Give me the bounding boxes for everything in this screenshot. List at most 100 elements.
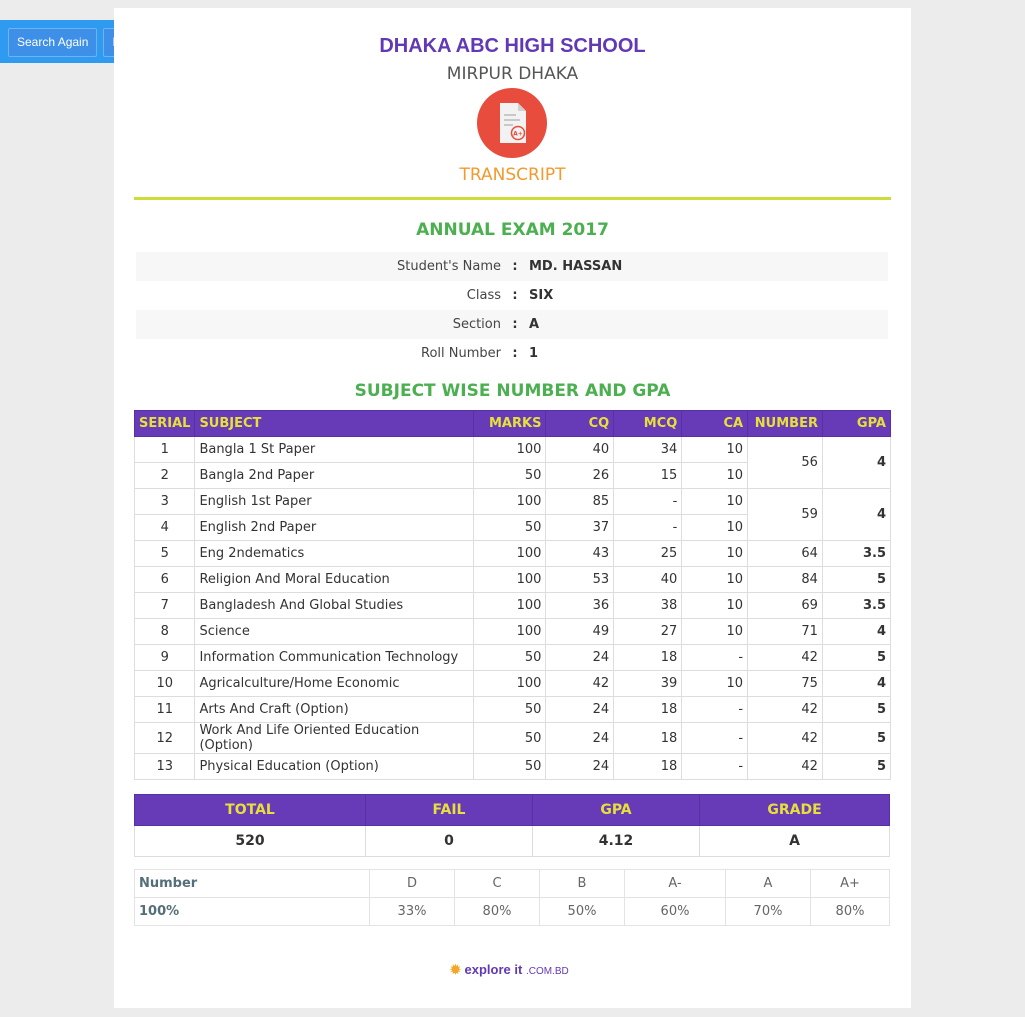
scale-value-cell: 60% <box>624 897 726 926</box>
scale-value-cell: 70% <box>725 897 811 926</box>
serial-cell: 13 <box>133 753 196 780</box>
mcq-cell: 27 <box>613 618 683 645</box>
search-again-button[interactable]: Search Again <box>8 28 98 57</box>
col-cq: CQ <box>545 410 615 437</box>
marks-cell: 100 <box>472 566 547 593</box>
subject-cell: English 1st Paper <box>194 488 474 515</box>
marks-section-title: SUBJECT WISE NUMBER AND GPA <box>354 381 671 401</box>
ca-cell: - <box>681 722 749 754</box>
col-mcq: MCQ <box>613 410 683 437</box>
scale-value-cell: 50% <box>539 897 625 926</box>
mcq-cell: - <box>613 488 683 515</box>
mcq-cell: 18 <box>613 644 683 671</box>
cq-cell: 40 <box>545 436 615 463</box>
subject-cell: Agricalculture/Home Economic <box>194 670 474 697</box>
table-row: 13 Physical Education (Option) 50 24 18-42 5 <box>133 753 892 780</box>
cq-cell: 36 <box>545 592 615 619</box>
subject-cell: Arts And Craft (Option) <box>194 696 474 723</box>
subject-cell: Bangla 2nd Paper <box>194 462 474 489</box>
serial-cell: 12 <box>133 722 196 754</box>
info-value: SIX <box>529 288 554 303</box>
subject-cell: English 2nd Paper <box>194 514 474 541</box>
subject-cell: Eng 2ndematics <box>194 540 474 567</box>
grade-value: A <box>699 825 890 857</box>
transcript-sheet: DHAKA ABC HIGH SCHOOL MIRPUR DHAKA A+ TR… <box>114 8 911 1008</box>
cq-cell: 24 <box>545 644 615 671</box>
table-row: 9 Information Communication Technology 50 2… <box>133 644 892 671</box>
subject-cell: Bangla 1 St Paper <box>194 436 474 463</box>
gpa-cell: 5 <box>821 644 892 671</box>
scale-header-cell: A+ <box>810 869 890 898</box>
marks-cell: 100 <box>472 540 547 567</box>
col-serial: SERIAL <box>133 410 196 437</box>
scale-header-cell: A <box>725 869 811 898</box>
mcq-cell: - <box>613 514 683 541</box>
scale-header-cell: D <box>369 869 455 898</box>
fail-header: FAIL <box>365 794 533 826</box>
scale-value-cell: 80% <box>454 897 540 926</box>
marks-cell: 100 <box>472 488 547 515</box>
school-location: MIRPUR DHAKA <box>446 64 579 84</box>
table-row: 10 Agricalculture/Home Economic 100 42 39 10 7… <box>133 670 892 697</box>
brand-name: explore it <box>464 962 523 977</box>
gpa-cell: 4 <box>821 488 892 541</box>
scale-header-cell: C <box>454 869 540 898</box>
scale-value-cell: 100% <box>134 897 370 926</box>
gpa-cell: 5 <box>821 722 892 754</box>
number-cell: 84 <box>747 566 823 593</box>
scale-value-cell: 80% <box>810 897 890 926</box>
marks-cell: 50 <box>472 722 547 754</box>
serial-cell: 5 <box>133 540 196 567</box>
serial-cell: 6 <box>133 566 196 593</box>
marks-cell: 100 <box>472 618 547 645</box>
ca-cell: 10 <box>681 540 749 567</box>
gpa-cell: 3.5 <box>821 540 892 567</box>
col-number: NUMBER <box>747 410 823 437</box>
grade-document-icon: A+ <box>477 88 547 158</box>
document-title: TRANSCRIPT <box>459 165 566 185</box>
scale-header-cell: A- <box>624 869 726 898</box>
col-ca: CA <box>681 410 749 437</box>
ca-cell: 10 <box>681 488 749 515</box>
svg-text:A+: A+ <box>513 131 523 138</box>
ca-cell: 10 <box>681 462 749 489</box>
grade-scale-table: Number D C B A- A A+ 100% 33% 80% 50% 60% 70% 80% <box>134 869 890 926</box>
ca-cell: 10 <box>681 436 749 463</box>
info-separator: : <box>512 346 518 361</box>
gpa-cell: 3.5 <box>821 592 892 619</box>
gpa-cell: 4 <box>821 436 892 489</box>
marks-cell: 50 <box>472 462 547 489</box>
scale-value-cell: 33% <box>369 897 455 926</box>
number-cell: 59 <box>747 488 823 541</box>
gpa-cell: 4 <box>821 670 892 697</box>
cq-cell: 37 <box>545 514 615 541</box>
gpa-cell: 5 <box>821 753 892 780</box>
marks-cell: 50 <box>472 514 547 541</box>
fail-value: 0 <box>365 825 533 857</box>
info-label: Student's Name <box>136 252 501 281</box>
header-divider <box>134 197 891 200</box>
total-value: 520 <box>134 825 366 857</box>
total-header: TOTAL <box>134 794 366 826</box>
exam-title: ANNUAL EXAM 2017 <box>416 220 609 240</box>
table-row: 7 Bangladesh And Global Studies 100 36 38 10 6… <box>133 592 892 619</box>
serial-cell: 1 <box>133 436 196 463</box>
number-cell: 64 <box>747 540 823 567</box>
marks-cell: 50 <box>472 644 547 671</box>
gpa-cell: 4 <box>821 618 892 645</box>
cq-cell: 85 <box>545 488 615 515</box>
scale-header-cell: Number <box>134 869 370 898</box>
number-cell: 42 <box>747 722 823 754</box>
grade-header: GRADE <box>699 794 890 826</box>
cq-cell: 26 <box>545 462 615 489</box>
brand-logo: ✹ explore it .COM.BD <box>450 962 569 978</box>
mcq-cell: 15 <box>613 462 683 489</box>
info-label: Roll Number <box>421 346 501 361</box>
serial-cell: 11 <box>133 696 196 723</box>
gpa-cell: 5 <box>821 696 892 723</box>
mcq-cell: 25 <box>613 540 683 567</box>
cq-cell: 24 <box>545 696 615 723</box>
table-row: 1 Bangla 1 St Paper 100 40 34 10 56 4 <box>133 436 892 489</box>
number-cell: 42 <box>747 696 823 723</box>
school-name: DHAKA ABC HIGH SCHOOL <box>379 35 646 57</box>
